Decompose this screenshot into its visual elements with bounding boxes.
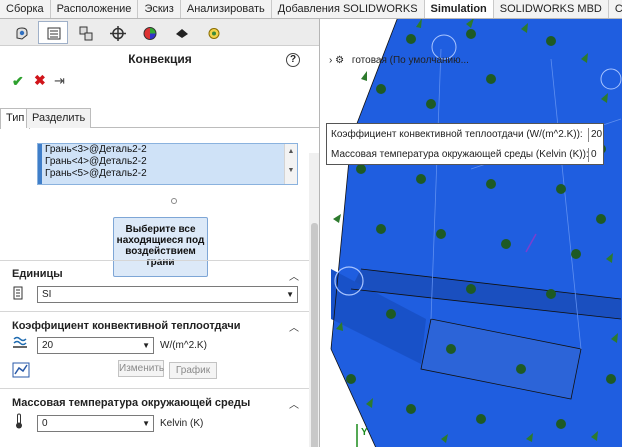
- mesh-icon: [208, 28, 220, 39]
- units-section-title: Единицы: [12, 268, 63, 280]
- graphics-area[interactable]: › ⚙ готовая (По умолчанию... Y: [321, 19, 622, 447]
- tooltip-conv-label: Коэффициент конвективной теплоотдачи (W/…: [331, 129, 583, 140]
- edit-button[interactable]: Изменить: [118, 360, 164, 377]
- list-item[interactable]: Грань<5>@Деталь2-2: [38, 168, 297, 180]
- expand-arrow-icon[interactable]: ›: [329, 55, 332, 66]
- part-name[interactable]: готовая (По умолчанию...: [352, 55, 469, 66]
- display-manager-tab[interactable]: [134, 21, 164, 44]
- property-manager-panel: Конвекция ? ✔ ✖ ⇥ Тип Разделить Грань<3>…: [0, 19, 320, 447]
- tab-layout[interactable]: Расположение: [51, 0, 139, 18]
- conv-value: 20: [42, 340, 54, 351]
- tooltip-conv-value: 20: [588, 128, 604, 142]
- list-item[interactable]: Грань<3>@Деталь2-2: [38, 144, 297, 156]
- collapse-temp-icon[interactable]: ︿: [289, 396, 299, 411]
- variation-graph-icon[interactable]: [12, 362, 30, 381]
- temp-value: 0: [42, 418, 48, 429]
- chevron-down-icon: ▼: [142, 341, 150, 350]
- dimxpert-tab[interactable]: [102, 21, 132, 44]
- panel-scrollbar[interactable]: [309, 153, 319, 447]
- divider: [0, 311, 309, 312]
- scroll-up-icon[interactable]: ▲: [285, 148, 297, 155]
- tab-split[interactable]: Разделить: [26, 108, 92, 128]
- tab-simulation[interactable]: Simulation: [424, 0, 494, 18]
- faces-selection-box[interactable]: Грань<3>@Деталь2-2 Грань<4>@Деталь2-2 Гр…: [37, 143, 298, 185]
- property-list-icon: [47, 27, 61, 40]
- pin-icon[interactable]: ⇥: [54, 73, 65, 89]
- units-select[interactable]: SI ▼: [37, 286, 298, 303]
- diamond-icon: [176, 29, 188, 38]
- collapse-units-icon[interactable]: ︿: [289, 268, 299, 283]
- temp-unit-label: Kelvin (K): [160, 418, 204, 429]
- property-manager-tab[interactable]: [38, 21, 68, 44]
- manager-tabs: [0, 19, 319, 46]
- property-manager-title: Конвекция: [128, 52, 192, 66]
- conv-coefficient-input[interactable]: 20 ▼: [37, 337, 154, 354]
- conv-section-title: Коэффициент конвективной теплоотдачи: [12, 320, 241, 332]
- tab-addins[interactable]: Добавления SOLIDWORKS: [272, 0, 425, 18]
- cam-tab[interactable]: [166, 21, 196, 44]
- feature-manager-tab[interactable]: [6, 21, 36, 44]
- load-parameters-tooltip: Коэффициент конвективной теплоотдачи (W/…: [326, 123, 604, 165]
- simulation-tab[interactable]: [198, 21, 228, 44]
- divider: [0, 388, 309, 389]
- configuration-manager-tab[interactable]: [70, 21, 100, 44]
- tooltip-temp-label: Массовая температура окружающей среды (K…: [331, 149, 589, 160]
- ok-button[interactable]: ✔: [12, 73, 24, 90]
- scroll-down-icon[interactable]: ▼: [285, 167, 297, 174]
- resize-handle[interactable]: [171, 198, 177, 204]
- help-icon[interactable]: ?: [286, 53, 300, 67]
- tab-mbd[interactable]: SOLIDWORKS MBD: [494, 0, 609, 18]
- selection-bar: [38, 144, 42, 184]
- select-all-faces-button[interactable]: Выберите все находящиеся под воздействие…: [113, 217, 208, 277]
- y-axis-label: Y: [361, 427, 368, 438]
- tab-sketch[interactable]: Эскиз: [138, 0, 181, 18]
- tab-circuitworks[interactable]: CircuitW: [609, 0, 622, 18]
- tab-assembly[interactable]: Сборка: [0, 0, 51, 18]
- part-icon: ⚙: [335, 55, 345, 66]
- conv-unit-label: W/(m^2.K): [160, 340, 207, 351]
- appearance-ball-icon: [143, 27, 157, 40]
- chevron-down-icon: ▼: [142, 419, 150, 428]
- tab-evaluate[interactable]: Анализировать: [181, 0, 272, 18]
- crosshair-icon: [110, 26, 126, 41]
- divider: [0, 260, 309, 261]
- list-item[interactable]: Грань<4>@Деталь2-2: [38, 156, 297, 168]
- chevron-down-icon: ▼: [286, 290, 294, 299]
- model-view[interactable]: [321, 19, 622, 447]
- command-manager-tabs: Сборка Расположение Эскиз Анализировать …: [0, 0, 622, 19]
- configuration-icon: [79, 26, 93, 41]
- cancel-button[interactable]: ✖: [34, 72, 46, 89]
- list-scrollbar[interactable]: ▲ ▼: [284, 144, 297, 184]
- units-value: SI: [42, 289, 52, 300]
- temp-section-title: Массовая температура окружающей среды: [12, 397, 251, 409]
- feature-tree-flyout[interactable]: › ⚙ готовая (По умолчанию...: [329, 55, 469, 66]
- graph-button[interactable]: График: [169, 362, 217, 379]
- collapse-conv-icon[interactable]: ︿: [289, 319, 299, 334]
- ambient-temperature-input[interactable]: 0 ▼: [37, 415, 154, 432]
- feature-tree-icon: [16, 27, 28, 40]
- scrollbar-thumb[interactable]: [311, 223, 318, 447]
- units-icon: [13, 286, 23, 303]
- thermometer-icon: [14, 413, 24, 432]
- app-window: Сборка Расположение Эскиз Анализировать …: [0, 0, 622, 447]
- tooltip-temp-value: 0: [588, 148, 604, 162]
- convection-icon: [12, 335, 28, 352]
- subtabs: Тип Разделить: [0, 108, 319, 129]
